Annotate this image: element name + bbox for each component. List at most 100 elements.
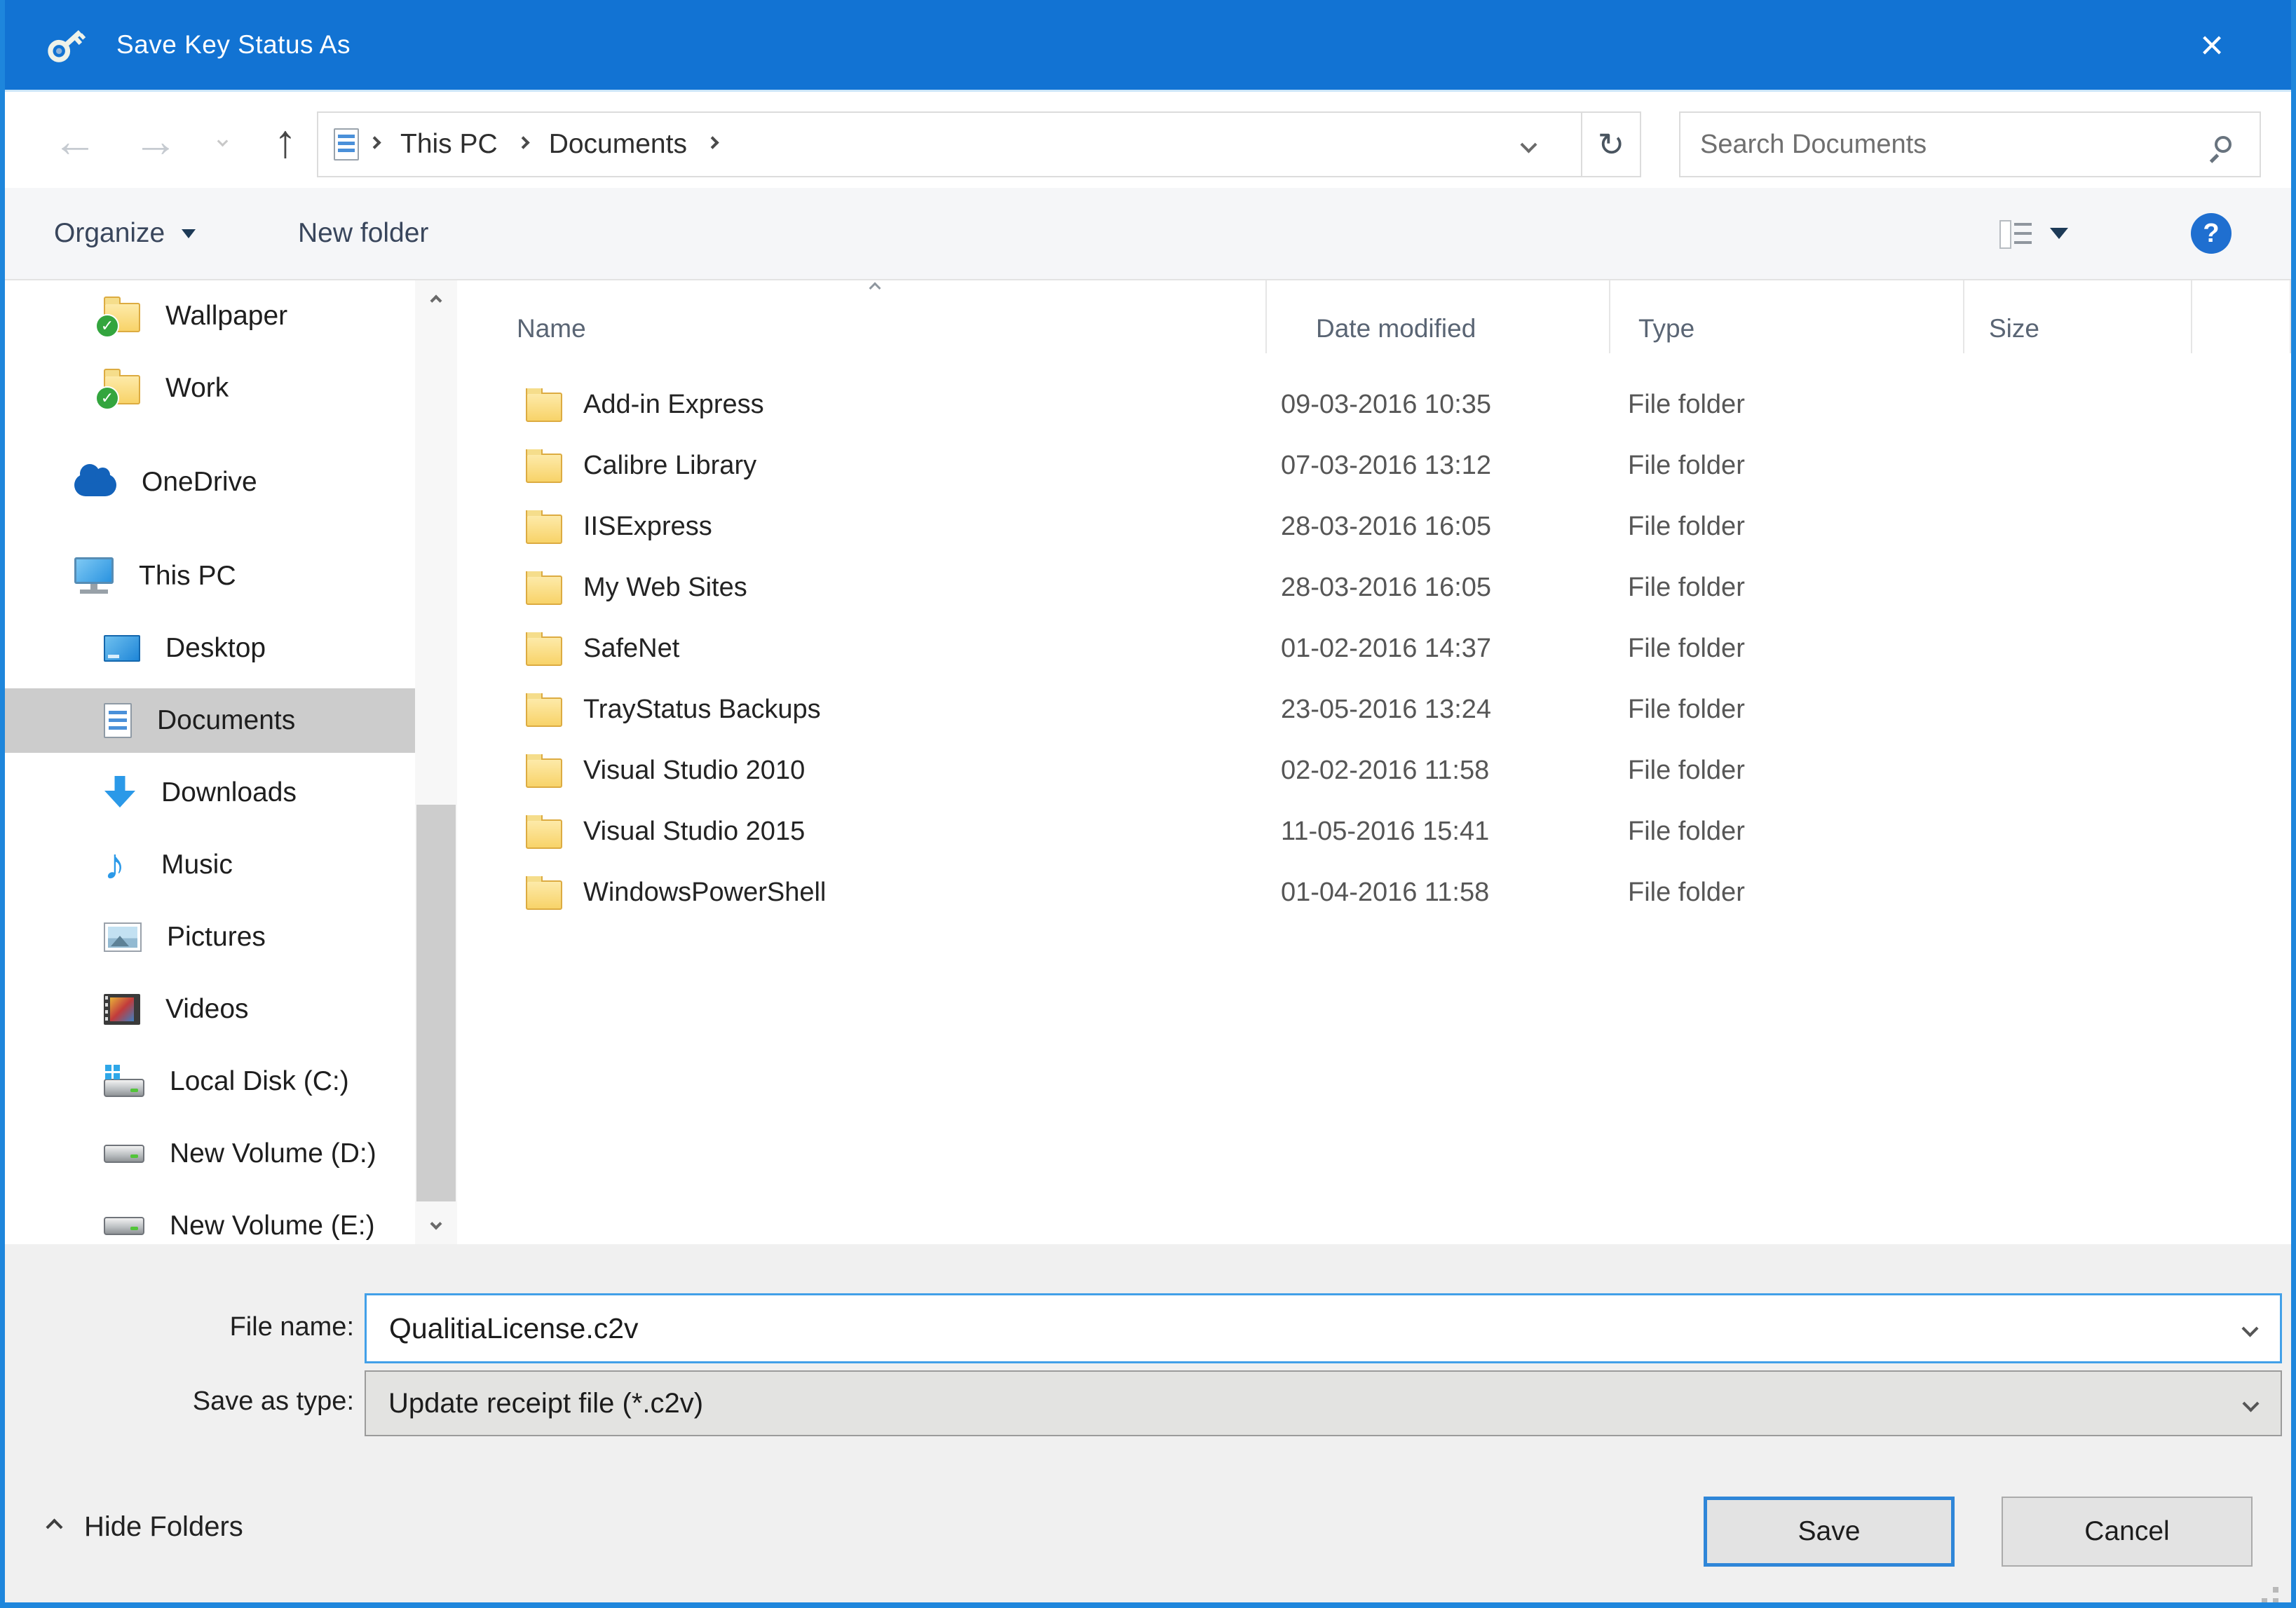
type-cell: File folder — [1610, 817, 1964, 847]
scroll-down-icon[interactable] — [415, 1204, 457, 1244]
file-name-cell: IISExpress — [583, 512, 712, 542]
save-as-dialog: Save Key Status As × ← → ↑ This PC Docum… — [0, 0, 2296, 1608]
column-header-name[interactable]: Name — [457, 280, 1267, 353]
column-header-date-modified[interactable]: Date modified — [1267, 280, 1610, 353]
breadcrumb-chevron-icon — [368, 136, 381, 149]
new-folder-button[interactable]: New folder — [298, 188, 428, 279]
file-row[interactable]: My Web Sites 28-03-2016 16:05 File folde… — [457, 557, 2291, 618]
save-button[interactable]: Save — [1704, 1497, 1955, 1567]
sidebar-item-label: Documents — [157, 705, 295, 736]
local-disk-icon — [104, 1079, 144, 1097]
column-header-type[interactable]: Type — [1610, 280, 1964, 353]
sidebar-scrollbar[interactable] — [415, 280, 457, 1244]
file-name-dropdown-icon[interactable] — [2241, 1320, 2258, 1337]
date-modified-cell: 01-04-2016 11:58 — [1267, 878, 1610, 908]
folder-icon — [526, 515, 562, 544]
forward-button[interactable]: → — [117, 92, 194, 190]
column-header-spacer — [2192, 280, 2291, 353]
file-row[interactable]: Calibre Library 07-03-2016 13:12 File fo… — [457, 435, 2291, 496]
sidebar-item-music[interactable]: Music — [5, 833, 415, 897]
sidebar-item-pictures[interactable]: Pictures — [5, 905, 415, 969]
address-dropdown-button[interactable] — [1505, 111, 1551, 177]
file-name-cell: Add-in Express — [583, 390, 764, 420]
title-bar[interactable]: Save Key Status As × — [0, 0, 2296, 90]
scrollbar-thumb[interactable] — [416, 805, 456, 1201]
sidebar: Wallpaper Work OneDrive This PC Desktop … — [5, 280, 415, 1244]
computer-icon — [74, 557, 114, 584]
sidebar-item-work[interactable]: Work — [5, 356, 415, 421]
cancel-button[interactable]: Cancel — [2002, 1497, 2253, 1567]
hide-folders-button[interactable]: Hide Folders — [48, 1497, 243, 1557]
sidebar-item-new-volume-e[interactable]: New Volume (E:) — [5, 1194, 415, 1244]
file-name-cell: My Web Sites — [583, 573, 747, 603]
main-region: Wallpaper Work OneDrive This PC Desktop … — [5, 280, 2291, 1244]
date-modified-cell: 07-03-2016 13:12 — [1267, 451, 1610, 481]
folder-sync-icon — [104, 375, 140, 404]
file-row[interactable]: Visual Studio 2010 02-02-2016 11:58 File… — [457, 740, 2291, 801]
close-button[interactable]: × — [2166, 0, 2257, 90]
address-bar[interactable]: This PC Documents — [317, 111, 1582, 177]
file-name-label: File name: — [74, 1312, 354, 1342]
history-dropdown-icon[interactable] — [201, 92, 243, 190]
search-box[interactable] — [1679, 111, 2261, 177]
file-row[interactable]: Visual Studio 2015 11-05-2016 15:41 File… — [457, 801, 2291, 862]
sidebar-item-videos[interactable]: Videos — [5, 977, 415, 1042]
sidebar-item-downloads[interactable]: Downloads — [5, 761, 415, 825]
new-folder-label: New folder — [298, 218, 428, 249]
organize-button[interactable]: Organize — [54, 188, 196, 279]
sidebar-item-desktop[interactable]: Desktop — [5, 616, 415, 681]
search-icon — [2215, 136, 2232, 153]
sidebar-item-local-disk-c[interactable]: Local Disk (C:) — [5, 1049, 415, 1114]
file-name-input[interactable] — [367, 1312, 2244, 1345]
window-title: Save Key Status As — [116, 30, 351, 60]
sidebar-item-label: Videos — [165, 994, 249, 1025]
downloads-icon — [104, 775, 136, 811]
sidebar-item-label: Work — [165, 373, 229, 404]
help-button[interactable]: ? — [2191, 213, 2232, 254]
sidebar-item-wallpaper[interactable]: Wallpaper — [5, 284, 415, 348]
sidebar-item-new-volume-d[interactable]: New Volume (D:) — [5, 1122, 415, 1186]
file-list-pane: Name Date modified Type Size Add-in Expr… — [457, 280, 2291, 1244]
scroll-up-icon[interactable] — [415, 280, 457, 321]
type-cell: File folder — [1610, 695, 1964, 725]
file-row[interactable]: SafeNet 01-02-2016 14:37 File folder — [457, 618, 2291, 679]
sidebar-item-this-pc[interactable]: This PC — [5, 544, 415, 608]
file-list: Add-in Express 09-03-2016 10:35 File fol… — [457, 374, 2291, 923]
folder-icon — [526, 819, 562, 849]
file-row[interactable]: IISExpress 28-03-2016 16:05 File folder — [457, 496, 2291, 557]
date-modified-cell: 11-05-2016 15:41 — [1267, 817, 1610, 847]
file-row[interactable]: Add-in Express 09-03-2016 10:35 File fol… — [457, 374, 2291, 435]
file-row[interactable]: WindowsPowerShell 01-04-2016 11:58 File … — [457, 862, 2291, 923]
date-modified-cell: 02-02-2016 11:58 — [1267, 756, 1610, 786]
sidebar-item-label: Wallpaper — [165, 301, 287, 332]
resize-grip[interactable] — [2273, 1587, 2278, 1593]
breadcrumb-documents[interactable]: Documents — [539, 129, 697, 160]
type-cell: File folder — [1610, 756, 1964, 786]
search-input[interactable] — [1680, 130, 2215, 160]
sidebar-item-onedrive[interactable]: OneDrive — [5, 450, 415, 515]
column-header-size[interactable]: Size — [1964, 280, 2192, 353]
save-as-type-select[interactable]: Update receipt file (*.c2v) — [365, 1370, 2282, 1436]
file-name-cell: WindowsPowerShell — [583, 878, 826, 908]
type-cell: File folder — [1610, 573, 1964, 603]
file-name-cell: Visual Studio 2010 — [583, 756, 805, 786]
documents-icon — [104, 703, 132, 738]
onedrive-cloud-icon — [74, 474, 116, 496]
sidebar-item-label: Music — [161, 850, 233, 880]
sidebar-item-documents[interactable]: Documents — [5, 688, 415, 753]
sidebar-item-label: OneDrive — [142, 467, 257, 498]
chevron-up-icon — [46, 1518, 62, 1535]
folder-icon — [526, 393, 562, 422]
up-button[interactable]: ↑ — [247, 92, 324, 190]
desktop-icon — [104, 635, 140, 662]
breadcrumb-this-pc[interactable]: This PC — [390, 129, 508, 160]
type-cell: File folder — [1610, 390, 1964, 420]
drive-icon — [104, 1145, 144, 1163]
file-row[interactable]: TrayStatus Backups 23-05-2016 13:24 File… — [457, 679, 2291, 740]
back-button[interactable]: ← — [36, 92, 114, 190]
change-view-button[interactable] — [1999, 188, 2068, 279]
refresh-button[interactable]: ↻ — [1581, 111, 1641, 177]
organize-label: Organize — [54, 218, 165, 249]
key-icon — [41, 20, 91, 70]
file-name-combobox[interactable] — [365, 1293, 2282, 1363]
